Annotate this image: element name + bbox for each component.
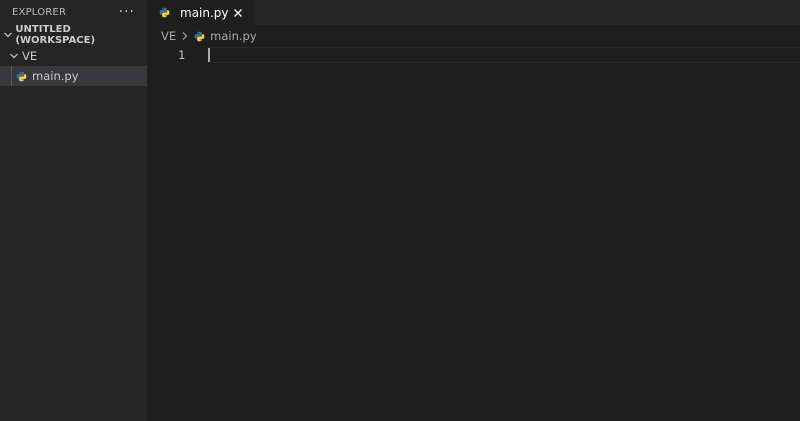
explorer-title: EXPLORER (12, 6, 67, 18)
line-number: 1 (178, 48, 185, 62)
code-editor[interactable]: 1 (147, 47, 800, 421)
breadcrumb-file[interactable]: main.py (210, 29, 257, 43)
tab-label: main.py (180, 5, 229, 20)
vscode-window: EXPLORER ··· UNTITLED (WORKSPACE) VE mai… (0, 0, 800, 421)
folder-label: VE (22, 49, 38, 63)
code-line: 1 (147, 47, 800, 63)
close-icon[interactable] (231, 6, 245, 20)
file-main-py[interactable]: main.py (0, 66, 147, 86)
text-cursor (208, 48, 210, 62)
folder-ve[interactable]: VE (0, 46, 147, 66)
chevron-down-icon (8, 50, 20, 62)
workspace-section-header[interactable]: UNTITLED (WORKSPACE) (0, 24, 147, 46)
file-label: main.py (32, 69, 79, 83)
breadcrumb-folder[interactable]: VE (161, 29, 176, 43)
python-file-icon (194, 31, 205, 42)
python-file-icon (159, 7, 170, 18)
workspace-label: UNTITLED (WORKSPACE) (15, 24, 96, 46)
python-file-icon (16, 71, 27, 82)
ellipsis-icon[interactable]: ··· (119, 5, 135, 19)
editor-area: main.py VE main.py 1 (147, 0, 800, 421)
explorer-sidebar: EXPLORER ··· UNTITLED (WORKSPACE) VE mai… (0, 0, 147, 421)
chevron-down-icon (2, 29, 13, 41)
breadcrumb: VE main.py (147, 25, 800, 47)
explorer-header: EXPLORER ··· (0, 0, 147, 24)
tab-bar: main.py (147, 0, 800, 25)
tab-main-py[interactable]: main.py (147, 0, 254, 25)
line-text-area[interactable] (207, 47, 800, 63)
chevron-right-icon (179, 30, 191, 42)
